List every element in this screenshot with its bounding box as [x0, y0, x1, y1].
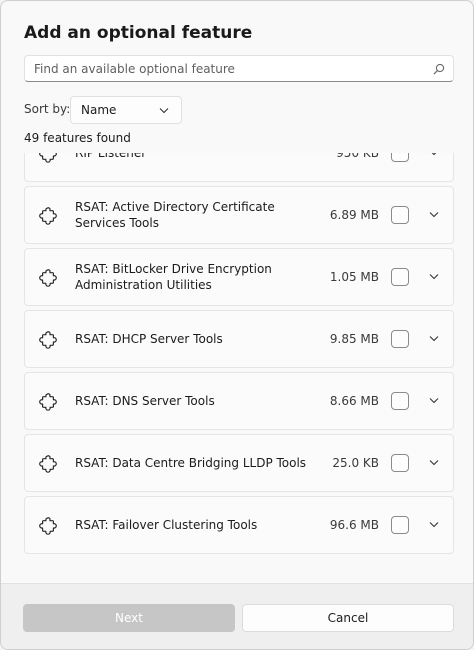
- feature-checkbox[interactable]: [391, 268, 409, 286]
- feature-size: 96.6 MB: [329, 518, 379, 532]
- puzzle-icon: [39, 517, 57, 535]
- search-box[interactable]: [24, 55, 454, 82]
- feature-size: 6.89 MB: [329, 208, 379, 222]
- feature-checkbox[interactable]: [391, 206, 409, 224]
- feature-row[interactable]: RSAT: DNS Server Tools 8.66 MB: [24, 372, 454, 430]
- feature-name: RSAT: BitLocker Drive Encryption Adminis…: [75, 262, 272, 292]
- cancel-button[interactable]: Cancel: [242, 604, 454, 632]
- chevron-down-icon[interactable]: [429, 459, 439, 466]
- feature-list[interactable]: RIP Listener 950 KB RSAT: Active Directory…: [24, 153, 454, 563]
- feature-size: 25.0 KB: [332, 456, 379, 470]
- chevron-down-icon[interactable]: [429, 273, 439, 280]
- puzzle-icon: [39, 393, 57, 411]
- feature-checkbox[interactable]: [391, 454, 409, 472]
- feature-name: RSAT: DHCP Server Tools: [75, 332, 223, 346]
- chevron-down-icon: [159, 108, 169, 114]
- chevron-down-icon[interactable]: [429, 211, 439, 218]
- search-icon: [433, 63, 445, 75]
- feature-checkbox[interactable]: [391, 516, 409, 534]
- search-input[interactable]: [25, 56, 425, 81]
- feature-size: 9.85 MB: [329, 332, 379, 346]
- puzzle-icon: [39, 269, 57, 287]
- feature-name: RIP Listener: [75, 153, 147, 160]
- feature-name: RSAT: Data Centre Bridging LLDP Tools: [75, 456, 307, 470]
- feature-row[interactable]: RIP Listener 950 KB: [24, 153, 454, 182]
- feature-row[interactable]: RSAT: Data Centre Bridging LLDP Tools 25.…: [24, 434, 454, 492]
- puzzle-icon: [39, 331, 57, 349]
- chevron-down-icon[interactable]: [429, 521, 439, 528]
- feature-row[interactable]: RSAT: DHCP Server Tools 9.85 MB: [24, 310, 454, 368]
- feature-row[interactable]: RSAT: Active Directory Certificate Servi…: [24, 186, 454, 244]
- feature-name: RSAT: DNS Server Tools: [75, 394, 215, 408]
- feature-name: RSAT: Active Directory Certificate Servi…: [75, 200, 275, 230]
- chevron-down-icon[interactable]: [429, 335, 439, 342]
- sort-label: Sort by:: [24, 102, 71, 116]
- feature-count: 49 features found: [24, 131, 131, 145]
- next-button[interactable]: Next: [23, 604, 235, 632]
- puzzle-icon: [39, 207, 57, 225]
- feature-size: 8.66 MB: [329, 394, 379, 408]
- feature-checkbox[interactable]: [391, 330, 409, 348]
- feature-size: 1.05 MB: [329, 270, 379, 284]
- chevron-down-icon[interactable]: [429, 397, 439, 404]
- feature-row[interactable]: RSAT: BitLocker Drive Encryption Adminis…: [24, 248, 454, 306]
- dialog-footer: Next Cancel: [1, 583, 473, 649]
- add-optional-feature-dialog: Add an optional feature Sort by: Name 49…: [0, 0, 474, 650]
- feature-name: RSAT: Failover Clustering Tools: [75, 518, 258, 532]
- sort-selected-value: Name: [81, 103, 117, 117]
- sort-dropdown[interactable]: Name: [70, 96, 182, 124]
- dialog-title: Add an optional feature: [24, 23, 253, 43]
- feature-size: 950 KB: [336, 153, 379, 160]
- feature-checkbox[interactable]: [391, 392, 409, 410]
- feature-checkbox[interactable]: [391, 153, 409, 162]
- chevron-down-icon[interactable]: [429, 153, 439, 156]
- puzzle-icon: [39, 455, 57, 473]
- feature-row[interactable]: RSAT: Failover Clustering Tools 96.6 MB: [24, 496, 454, 554]
- puzzle-icon: [39, 153, 57, 163]
